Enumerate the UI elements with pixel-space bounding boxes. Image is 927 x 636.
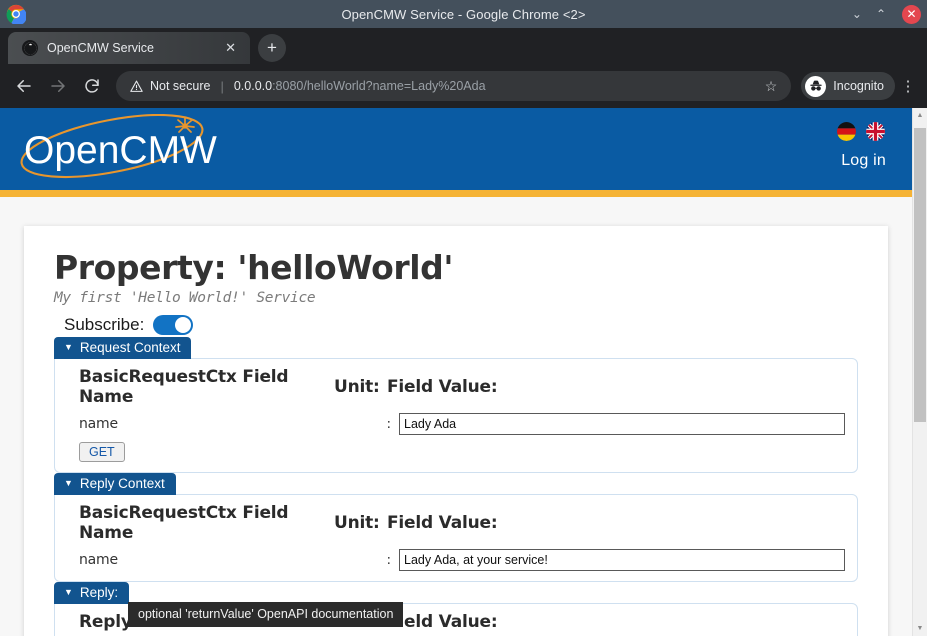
section-title: Request Context [80,340,181,355]
url-domain: 0.0.0.0 [234,79,272,93]
field-value-input[interactable] [399,413,845,435]
close-window-button[interactable]: ✕ [902,5,921,24]
warning-triangle-icon [130,80,143,93]
minimize-button[interactable]: ⌄ [852,8,862,20]
window-titlebar: OpenCMW Service - Google Chrome <2> ⌄ ⌃ … [0,0,927,28]
subscribe-row: Subscribe: [64,315,858,335]
get-button[interactable]: GET [79,442,125,462]
column-header-unit: Unit: [334,513,387,533]
page-scrollbar[interactable]: ▲ ▼ [912,108,927,636]
tab-strip: OpenCMW Service ✕ + [0,28,927,64]
page-viewport: OpenCMW [0,108,927,636]
column-header-name: BasicRequestCtx Field Name [79,503,334,543]
flag-germany-icon[interactable] [837,122,856,141]
section-header-reply-context[interactable]: ▼ Reply Context [54,473,176,495]
security-status[interactable]: Not secure [130,79,210,93]
section-body-request-context: BasicRequestCtx Field Name Unit: Field V… [54,358,858,473]
window-controls: ⌄ ⌃ ✕ [852,0,921,28]
field-name: name [79,416,346,432]
column-header-name: BasicRequestCtx Field Name [79,367,334,407]
page-content: OpenCMW [0,108,912,636]
page-title: Property: 'helloWorld' [54,248,858,288]
column-headers: BasicRequestCtx Field Name Unit: Field V… [67,367,845,407]
subscribe-label: Subscribe: [64,315,144,335]
content-card: Property: 'helloWorld' My first 'Hello W… [24,226,888,636]
incognito-icon [805,76,826,97]
field-row: name : [67,413,845,435]
scroll-down-icon[interactable]: ▼ [913,621,927,636]
omnibox-separator: | [220,79,223,94]
section-title: Reply: [80,585,118,600]
new-tab-button[interactable]: + [258,34,286,62]
field-unit: : [346,416,399,432]
field-unit: : [346,552,399,568]
page-subtitle: My first 'Hello World!' Service [54,290,858,306]
incognito-indicator[interactable]: Incognito [801,72,895,100]
arrow-left-icon[interactable] [8,70,40,102]
site-header: OpenCMW [0,108,912,190]
scrollbar-thumb[interactable] [914,128,926,422]
column-header-value: Field Value: [387,513,845,533]
browser-toolbar: Not secure | 0.0.0.0:8080/helloWorld?nam… [0,64,927,108]
column-header-value: Field Value: [387,612,845,632]
arrow-right-icon[interactable] [42,70,74,102]
reload-icon[interactable] [76,70,108,102]
language-switcher [837,122,885,141]
section-header-reply[interactable]: ▼ Reply: [54,582,129,604]
field-row: name : [67,549,845,571]
window-title: OpenCMW Service - Google Chrome <2> [0,7,927,22]
caret-down-icon: ▼ [64,588,73,597]
section-reply-context: ▼ Reply Context BasicRequestCtx Field Na… [54,473,858,582]
tab-title: OpenCMW Service [47,41,221,55]
toggle-knob [175,317,191,333]
security-label: Not secure [150,79,210,93]
globe-icon [22,40,38,56]
column-headers: BasicRequestCtx Field Name Unit: Field V… [67,503,845,543]
kebab-menu-icon[interactable]: ⋮ [897,77,919,95]
browser-tab[interactable]: OpenCMW Service ✕ [8,32,250,64]
incognito-label: Incognito [833,79,884,93]
field-name: name [79,552,346,568]
subscribe-toggle[interactable] [153,315,193,335]
section-title: Reply Context [80,476,165,491]
flag-uk-icon[interactable] [866,122,885,141]
field-value-wrap [399,549,845,571]
column-header-value: Field Value: [387,377,845,397]
url-text: 0.0.0.0:8080/helloWorld?name=Lady%20Ada [234,79,486,93]
section-body-reply-context: BasicRequestCtx Field Name Unit: Field V… [54,494,858,582]
login-link[interactable]: Log in [841,152,886,170]
maximize-button[interactable]: ⌃ [876,8,886,20]
opencmw-logo[interactable]: OpenCMW [12,114,222,182]
caret-down-icon: ▼ [64,479,73,488]
field-value-wrap [399,413,845,435]
section-header-request-context[interactable]: ▼ Request Context [54,337,191,359]
header-accent-bar [0,190,912,197]
svg-text:OpenCMW: OpenCMW [24,129,217,172]
close-tab-button[interactable]: ✕ [221,40,240,56]
section-request-context: ▼ Request Context BasicRequestCtx Field … [54,337,858,473]
caret-down-icon: ▼ [64,343,73,352]
tooltip: optional 'returnValue' OpenAPI documenta… [128,602,403,627]
star-icon[interactable]: ☆ [759,78,784,95]
address-bar[interactable]: Not secure | 0.0.0.0:8080/helloWorld?nam… [116,71,791,101]
chrome-logo-icon [6,4,26,24]
url-path: :8080/helloWorld?name=Lady%20Ada [272,79,485,93]
field-value-input[interactable] [399,549,845,571]
column-header-unit: Unit: [334,377,387,397]
scroll-up-icon[interactable]: ▲ [913,108,927,123]
